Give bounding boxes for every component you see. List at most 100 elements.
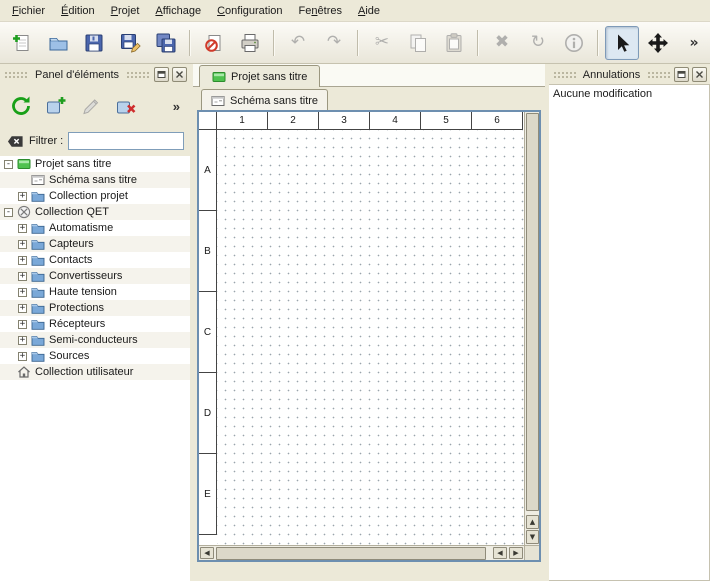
tab-project-label: Projet sans titre [231, 71, 307, 83]
element-panel-float-button[interactable] [154, 67, 169, 82]
folder-icon [31, 237, 45, 251]
menu-bar: FichierÉditionProjetAffichageConfigurati… [0, 0, 710, 22]
edit-element-button[interactable] [76, 91, 106, 121]
pointer-icon [611, 32, 633, 54]
expand-icon[interactable]: + [18, 336, 27, 345]
tree-item-protections[interactable]: +Protections [0, 300, 190, 316]
tree-item-label: Sources [49, 350, 89, 362]
diagram-info-button[interactable] [557, 26, 591, 60]
application-window: FichierÉditionProjetAffichageConfigurati… [0, 0, 710, 581]
open-button[interactable] [41, 26, 75, 60]
menu-fenetres[interactable]: Fenêtres [291, 2, 350, 20]
tree-item-semi-conducteurs[interactable]: +Semi-conducteurs [0, 332, 190, 348]
toolbar-separator [357, 30, 359, 56]
element-panel-close-button[interactable] [172, 67, 187, 82]
save-as-button[interactable] [113, 26, 147, 60]
folder-icon [31, 349, 45, 363]
menu-configuration[interactable]: Configuration [209, 2, 290, 20]
ruler-columns: 123456 [217, 112, 523, 130]
new-element-button[interactable] [41, 91, 71, 121]
panel-overflow-button[interactable]: » [169, 97, 184, 116]
tree-item-collection-projet[interactable]: +Collection projet [0, 188, 190, 204]
new-element-icon [45, 95, 67, 117]
reload-icon [10, 95, 32, 117]
menu-edition[interactable]: Édition [53, 2, 103, 20]
scrollbar-corner [524, 545, 539, 560]
move-mode-button[interactable] [641, 26, 675, 60]
collapse-icon[interactable]: - [4, 160, 13, 169]
toolbar-overflow-button[interactable]: » [677, 26, 710, 60]
close-file-button[interactable] [197, 26, 231, 60]
ruler-corner [199, 112, 217, 130]
tree-item-convertisseurs[interactable]: +Convertisseurs [0, 268, 190, 284]
select-mode-button[interactable] [605, 26, 639, 60]
expand-icon[interactable]: + [18, 352, 27, 361]
horizontal-scrollbar-thumb[interactable] [216, 547, 486, 560]
undo-history-list[interactable]: Aucune modification [549, 84, 710, 581]
expand-icon[interactable]: + [18, 192, 27, 201]
redo-button[interactable]: ↷ [317, 26, 351, 60]
rotate-button[interactable]: ↻ [521, 26, 555, 60]
print-button[interactable] [233, 26, 267, 60]
paste-button[interactable] [437, 26, 471, 60]
tree-item-projet-sans-titre[interactable]: -Projet sans titre [0, 156, 190, 172]
delete-icon: ✖ [491, 32, 513, 54]
undo-panel-titlebar[interactable]: Annulations [552, 66, 707, 83]
reload-collections-button[interactable] [6, 91, 36, 121]
tree-item-capteurs[interactable]: +Capteurs [0, 236, 190, 252]
save-all-button[interactable] [149, 26, 183, 60]
undo-icon: ↶ [287, 32, 309, 54]
expand-icon[interactable]: + [18, 224, 27, 233]
tree-item-schema-sans-titre[interactable]: Schéma sans titre [0, 172, 190, 188]
tree-item-haute-tension[interactable]: +Haute tension [0, 284, 190, 300]
scroll-up-button[interactable]: ▲ [526, 515, 539, 529]
tree-item-label: Automatisme [49, 222, 113, 234]
new-project-button[interactable] [5, 26, 39, 60]
undo-panel-close-button[interactable] [692, 67, 707, 82]
expand-icon[interactable]: + [18, 288, 27, 297]
scroll-left-button-2[interactable]: ◀ [493, 547, 507, 559]
tree-item-collection-utilisateur[interactable]: Collection utilisateur [0, 364, 190, 380]
expand-icon[interactable]: + [18, 256, 27, 265]
element-panel-titlebar[interactable]: Panel d'éléments [3, 66, 187, 83]
expand-icon[interactable]: + [18, 304, 27, 313]
scroll-down-button[interactable]: ▼ [526, 530, 539, 544]
tree-item-recepteurs[interactable]: +Récepteurs [0, 316, 190, 332]
expand-icon[interactable]: + [18, 240, 27, 249]
tab-diagram[interactable]: Schéma sans titre [201, 89, 328, 111]
menu-fichier[interactable]: Fichier [4, 2, 53, 20]
delete-element-button[interactable] [111, 91, 141, 121]
copy-button[interactable] [401, 26, 435, 60]
tree-item-contacts[interactable]: +Contacts [0, 252, 190, 268]
folder-icon [31, 285, 45, 299]
element-panel-title: Panel d'éléments [35, 69, 119, 81]
expand-icon[interactable]: + [18, 320, 27, 329]
ruler-row-label: A [199, 130, 216, 211]
expand-icon[interactable]: + [18, 272, 27, 281]
vertical-scrollbar-thumb[interactable] [526, 113, 539, 511]
tree-item-sources[interactable]: + Sources [0, 348, 190, 364]
menu-projet[interactable]: Projet [103, 2, 148, 20]
tab-project[interactable]: Projet sans titre [199, 65, 320, 87]
undo-panel-float-button[interactable] [674, 67, 689, 82]
scroll-left-button[interactable]: ◀ [200, 547, 214, 559]
cut-button[interactable]: ✂ [365, 26, 399, 60]
grid-dots[interactable] [217, 130, 524, 545]
clear-filter-icon[interactable] [6, 132, 24, 150]
menu-affichage[interactable]: Affichage [147, 2, 209, 20]
menu-aide[interactable]: Aide [350, 2, 388, 20]
tree-item-automatisme[interactable]: + Automatisme [0, 220, 190, 236]
scroll-right-button[interactable]: ▶ [509, 547, 523, 559]
dock-grip [125, 70, 151, 79]
save-as-icon [119, 32, 141, 54]
project-icon [212, 70, 226, 84]
diagram-canvas[interactable]: 123456 ABCDE [199, 112, 524, 545]
delete-button[interactable]: ✖ [485, 26, 519, 60]
tree-item-label: Collection utilisateur [35, 366, 133, 378]
undo-button[interactable]: ↶ [281, 26, 315, 60]
ruler-column-label: 5 [421, 112, 472, 129]
filter-input[interactable] [68, 132, 184, 150]
save-button[interactable] [77, 26, 111, 60]
tree-item-collection-qet[interactable]: -Collection QET [0, 204, 190, 220]
collapse-icon[interactable]: - [4, 208, 13, 217]
